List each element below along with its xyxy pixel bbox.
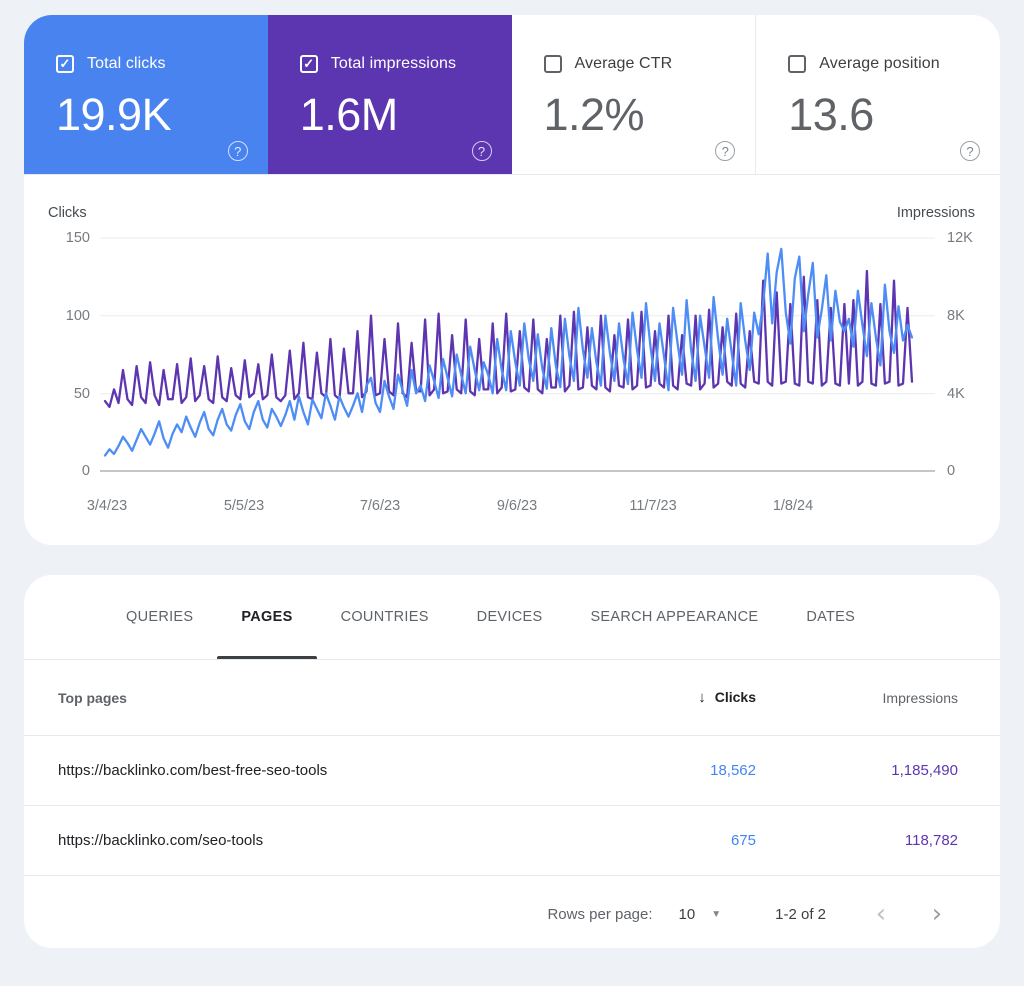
right-axis-title: Impressions [896, 205, 975, 221]
x-axis-tick: 5/5/23 [223, 498, 265, 514]
line-chart-canvas [100, 237, 935, 472]
impressions-value: 118,782 [904, 832, 958, 849]
page-range-label: 1-2 of 2 [775, 905, 826, 923]
x-axis-tick: 9/6/23 [496, 498, 538, 514]
right-axis-tick: 4K [947, 386, 965, 402]
impressions-value: 1,185,490 [891, 762, 958, 779]
x-axis-tick: 7/6/23 [359, 498, 401, 514]
performance-chart: Clicks Impressions 150 100 50 0 12K 8K 4… [24, 205, 1000, 545]
metric-label: Total impressions [330, 55, 457, 72]
rows-per-page-value: 10 [678, 905, 696, 923]
metric-card-total-impressions[interactable]: ✓ Total impressions 1.6M ? [267, 15, 512, 174]
table-row[interactable]: https://backlinko.com/seo-tools 675 118,… [24, 805, 1000, 875]
x-axis-tick: 11/7/23 [629, 498, 677, 514]
average-ctr-checkbox[interactable] [543, 55, 562, 73]
left-axis-title: Clicks [48, 205, 87, 221]
metric-value: 19.9K [56, 89, 172, 140]
left-axis-tick: 0 [81, 463, 90, 479]
metric-value: 13.6 [788, 89, 874, 140]
left-axis-tick: 50 [73, 386, 90, 402]
column-header-top-pages[interactable]: Top pages [58, 690, 576, 706]
tab-search-appearance[interactable]: SEARCH APPEARANCE [566, 575, 782, 659]
help-icon[interactable]: ? [715, 141, 736, 161]
tab-countries[interactable]: COUNTRIES [317, 575, 453, 659]
right-axis-tick: 8K [947, 308, 965, 324]
page-url-link[interactable]: https://backlinko.com/best-free-seo-tool… [58, 762, 576, 779]
help-icon[interactable]: ? [960, 141, 980, 161]
x-axis-tick: 1/8/24 [772, 498, 814, 514]
total-impressions-checkbox[interactable]: ✓ [299, 55, 318, 73]
rows-per-page-label: Rows per page: [547, 905, 653, 923]
results-panel: QUERIES PAGES COUNTRIES DEVICES SEARCH A… [24, 575, 1000, 948]
table-row[interactable]: https://backlinko.com/best-free-seo-tool… [24, 735, 1000, 805]
metrics-row: ✓ Total clicks 19.9K ? ✓ Total impressio… [24, 15, 1000, 175]
performance-panel: ✓ Total clicks 19.9K ? ✓ Total impressio… [24, 15, 1000, 545]
right-axis-tick: 0 [947, 463, 956, 479]
left-axis-tick: 150 [65, 230, 90, 246]
sort-desc-icon: ↓ [698, 689, 706, 706]
x-axis-tick: 3/4/23 [86, 498, 128, 514]
metric-label: Average CTR [574, 55, 673, 72]
metric-label: Average position [819, 55, 940, 72]
average-position-checkbox[interactable] [788, 55, 807, 73]
tab-dates[interactable]: DATES [782, 575, 879, 659]
tab-pages[interactable]: PAGES [217, 575, 317, 659]
table-header-row: Top pages ↓ Clicks Impressions [24, 660, 1000, 735]
series-line-clicks [103, 247, 914, 457]
metric-card-total-clicks[interactable]: ✓ Total clicks 19.9K ? [24, 15, 268, 174]
tab-queries[interactable]: QUERIES [102, 575, 217, 659]
dimension-tabs: QUERIES PAGES COUNTRIES DEVICES SEARCH A… [24, 575, 1000, 660]
previous-page-button[interactable]: ‹ [866, 901, 896, 927]
column-header-clicks[interactable]: ↓ Clicks [576, 689, 756, 706]
metric-value: 1.6M [299, 89, 399, 140]
metric-value: 1.2% [543, 89, 645, 140]
right-axis-tick: 12K [947, 230, 973, 246]
metric-label: Total clicks [87, 55, 166, 72]
left-axis-tick: 100 [65, 308, 90, 324]
page-url-link[interactable]: https://backlinko.com/seo-tools [58, 832, 576, 849]
table-pagination: Rows per page: 10 ▼ 1-2 of 2 ‹ › [24, 875, 1000, 948]
tab-devices[interactable]: DEVICES [453, 575, 567, 659]
column-header-impressions[interactable]: Impressions [756, 690, 958, 706]
column-header-clicks-label: Clicks [714, 689, 756, 705]
rows-per-page-select[interactable]: 10 ▼ [679, 906, 722, 923]
dropdown-caret-icon: ▼ [711, 908, 722, 920]
clicks-value: 675 [730, 832, 756, 849]
metric-card-average-ctr[interactable]: Average CTR 1.2% ? [512, 15, 757, 174]
clicks-value: 18,562 [710, 762, 756, 779]
metric-card-average-position[interactable]: Average position 13.6 ? [756, 15, 1000, 174]
total-clicks-checkbox[interactable]: ✓ [56, 55, 74, 73]
help-icon[interactable]: ? [227, 141, 248, 161]
next-page-button[interactable]: › [922, 901, 952, 927]
help-icon[interactable]: ? [471, 141, 492, 161]
